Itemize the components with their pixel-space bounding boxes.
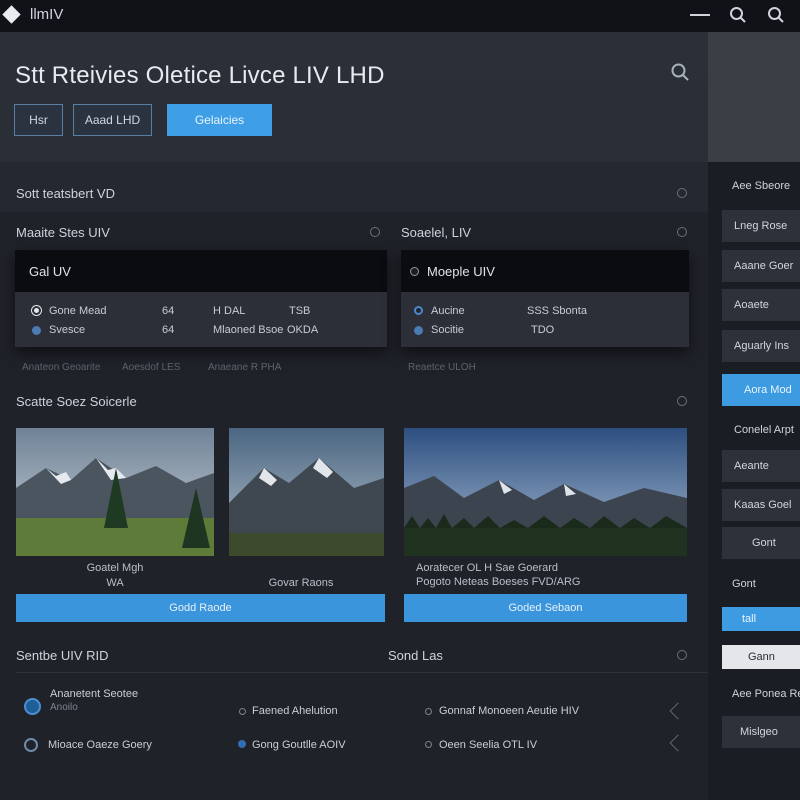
bottom-info-icon[interactable] — [677, 650, 687, 660]
left-footnote-3: Anaeane R PHA — [208, 362, 282, 373]
right-sidebar: Aee Sbeore Lneg Rose Aaane Goer Aoaete A… — [708, 162, 800, 800]
list-item-1-sub: Anoilo — [50, 702, 78, 713]
left-row-2-col3: Mlaoned Bsoe — [213, 324, 284, 336]
sidebar-item-2[interactable]: Aaane Goer — [722, 250, 800, 282]
sidebar-label-low: Gont — [732, 578, 756, 590]
landscape-image-2[interactable] — [229, 428, 384, 556]
right-row-2-value: TDO — [531, 324, 555, 336]
sidebar-item-5[interactable]: Aeante — [722, 450, 800, 482]
page-title: Stt Rteivies Oletice Livce LIV LHD — [15, 62, 385, 89]
list-right-1[interactable]: Gonnaf Monoeen Aeutie HIV — [439, 705, 579, 717]
status-ring-icon — [24, 738, 38, 752]
left-row-2-col4: OKDA — [287, 324, 319, 336]
right-panel: Moeple UIV Aucine SSS Sbonta Socitie TDO — [401, 250, 689, 347]
left-panel-head: Gal UV — [15, 250, 387, 292]
top-bar: llmIV — [0, 0, 800, 32]
bottom-right-heading: Sond Las — [388, 648, 443, 663]
list-dot-icon — [425, 741, 432, 748]
list-middle-2[interactable]: Gong Goutlle AOIV — [252, 739, 346, 751]
sidebar-item-9[interactable]: Gann — [722, 645, 800, 669]
status-dot-icon — [414, 326, 423, 335]
gallery-caption-3: Govar Raons — [268, 577, 334, 589]
sidebar-item-8[interactable]: tall — [722, 607, 800, 631]
left-row-1-col4: TSB — [289, 305, 311, 317]
gallery-right-button[interactable]: Goded Sebaon — [404, 594, 687, 622]
list-item-2-title[interactable]: Mioace Oaeze Goery — [48, 739, 152, 751]
logo-icon — [2, 5, 21, 24]
main-content: Sott teatsbert VD Maaite Stes UIV Soaele… — [0, 162, 708, 800]
gallery-caption-1: Goatel Mgh — [86, 562, 144, 574]
left-row-1-num: 64 — [162, 305, 175, 317]
panel-dot-icon — [410, 267, 419, 276]
list-dot-icon — [239, 708, 246, 715]
status-dot-icon — [32, 306, 41, 315]
minimize-icon[interactable] — [690, 5, 710, 25]
left-section-heading: Maaite Stes UIV — [16, 225, 110, 240]
strip-info-icon[interactable] — [677, 188, 687, 198]
right-panel-title: Moeple UIV — [427, 264, 495, 279]
left-footnote-1: Anateon Geoarite — [22, 362, 101, 373]
gallery-heading: Scatte Soez Soicerle — [16, 394, 137, 409]
status-dot-icon — [32, 326, 41, 335]
landscape-image-1[interactable] — [16, 428, 214, 556]
left-footnote-2: Aoesdof LES — [122, 362, 181, 373]
gallery-caption-2: WA — [106, 577, 124, 589]
sidebar-item-7[interactable]: Gont — [722, 527, 800, 559]
landscape-image-3[interactable] — [404, 428, 687, 556]
list-right-2[interactable]: Oeen Seelia OTL IV — [439, 739, 537, 751]
sidebar-item-4[interactable]: Aguarly Ins — [722, 330, 800, 362]
list-dot-icon — [425, 708, 432, 715]
left-row-2-num: 64 — [162, 324, 175, 336]
status-dot-icon — [414, 306, 423, 315]
left-row-1-label: Gone Mead — [49, 305, 107, 317]
left-row-1-col3: H DAL — [213, 305, 246, 317]
page-header: Stt Rteivies Oletice Livce LIV LHD Hsr A… — [0, 32, 708, 162]
right-row-2-label: Socitie — [431, 324, 465, 336]
sidebar-item-10[interactable]: Mislgeo — [722, 716, 800, 748]
sidebar-label-bottom: Aee Ponea Re — [732, 688, 800, 700]
chevron-left-icon[interactable] — [669, 702, 687, 720]
top-icons — [690, 5, 786, 25]
gallery-caption-5: Pogoto Neteas Boeses FVD/ARG — [416, 576, 581, 588]
sidebar-label-top: Aee Sbeore — [732, 180, 791, 192]
right-row-1-value: SSS Sbonta — [527, 305, 587, 317]
header-button-1[interactable]: Hsr — [14, 104, 63, 136]
right-section-heading: Soaelel, LIV — [401, 225, 472, 240]
left-panel-title: Gal UV — [29, 264, 71, 279]
list-item-1-title[interactable]: Ananetent Seotee — [50, 688, 138, 700]
sidebar-label-mid: Conelel Arpt — [734, 424, 794, 436]
right-panel-head: Moeple UIV — [401, 250, 689, 292]
header-button-2[interactable]: Aaad LHD — [73, 104, 152, 136]
sidebar-item-1[interactable]: Lneg Rose — [722, 210, 800, 242]
sidebar-item-active[interactable]: Aora Mod — [722, 374, 800, 406]
header-search-icon[interactable] — [670, 62, 690, 87]
right-footnote: Reaetce ULOH — [408, 362, 476, 373]
gallery-caption-4: Aoratecer OL H Sae Goerard — [416, 562, 559, 574]
header-side-panel — [708, 32, 800, 162]
header-primary-button[interactable]: Gelaicies — [167, 104, 272, 136]
sidebar-item-3[interactable]: Aoaete — [722, 289, 800, 321]
search-icon[interactable] — [728, 5, 748, 25]
strip-label: Sott teatsbert VD — [16, 186, 115, 201]
left-row-2-label: Svesce — [49, 324, 86, 336]
app-name: llmIV — [30, 6, 64, 23]
search-icon-2[interactable] — [766, 5, 786, 25]
left-panel: Gal UV Gone Mead 64 H DAL TSB Svesce 64 … — [15, 250, 387, 347]
right-row-1-label: Aucine — [431, 305, 465, 317]
sidebar-item-6[interactable]: Kaaas Goel — [722, 489, 800, 521]
chevron-left-icon[interactable] — [669, 734, 687, 752]
user-avatar-icon — [24, 698, 41, 715]
list-middle-1[interactable]: Faened Ahelution — [252, 705, 338, 717]
bottom-left-heading: Sentbe UIV RID — [16, 648, 109, 663]
gallery-left-button[interactable]: Godd Raode — [16, 594, 385, 622]
divider — [16, 672, 708, 673]
right-info-icon[interactable] — [677, 227, 687, 237]
list-dot-icon — [238, 740, 246, 748]
gallery-info-icon[interactable] — [677, 396, 687, 406]
left-info-icon[interactable] — [370, 227, 380, 237]
